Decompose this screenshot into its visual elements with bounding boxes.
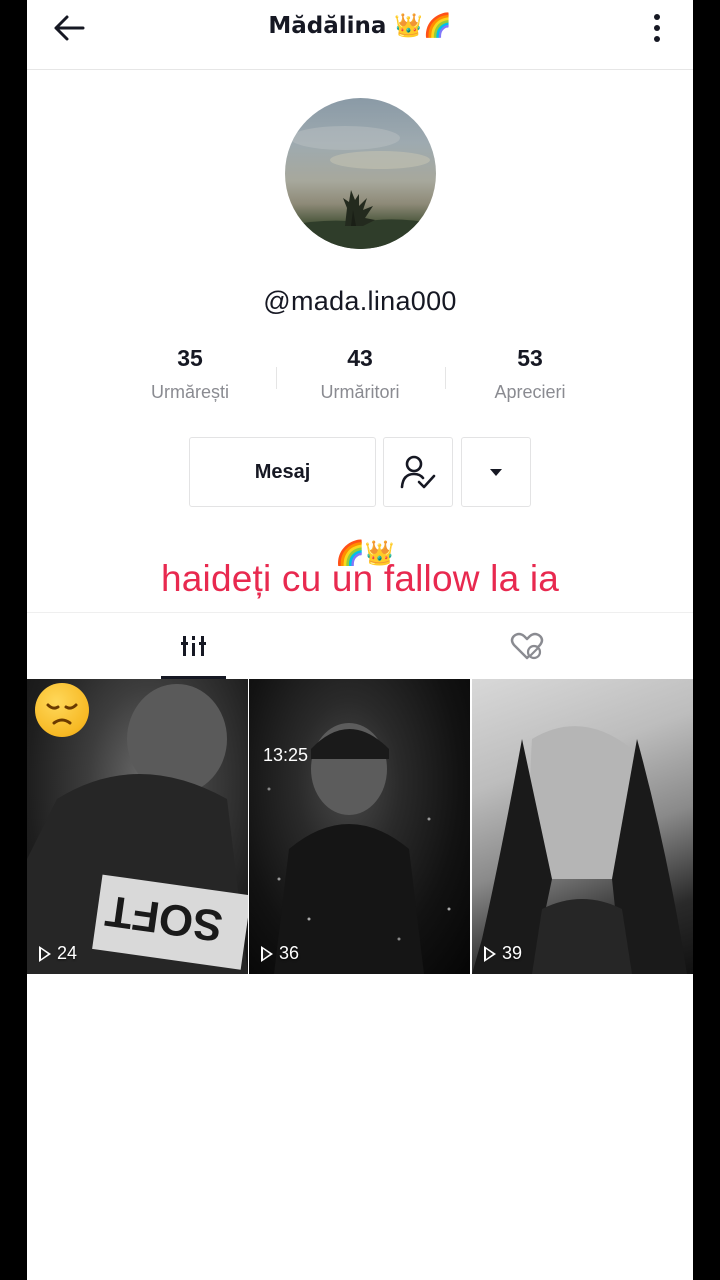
- tab-videos[interactable]: [27, 613, 360, 679]
- view-count: 24: [39, 943, 77, 964]
- caret-down-icon: [490, 468, 502, 476]
- likes-label: Aprecieri: [494, 382, 566, 402]
- play-icon: [261, 945, 273, 962]
- followers-count: 43: [347, 345, 373, 371]
- video-image: [267, 723, 451, 974]
- stat-following[interactable]: 35 Urmărești: [105, 345, 275, 403]
- video-thumbnail[interactable]: 13:25 36: [249, 679, 470, 974]
- page-title: Mădălina 👑🌈: [268, 13, 452, 39]
- more-vertical-icon: [654, 14, 660, 20]
- more-options-button[interactable]: [645, 10, 669, 46]
- video-grid: SOFT 24 13:25 36 39: [27, 679, 693, 974]
- tab-liked[interactable]: [360, 613, 693, 679]
- avatar[interactable]: [285, 98, 436, 249]
- play-icon: [39, 945, 51, 962]
- followers-label: Urmăritori: [320, 382, 400, 402]
- profile-screen: Mădălina 👑🌈 @mada.lina000 35 Urmărești 4…: [27, 0, 693, 1280]
- stat-followers[interactable]: 43 Urmăritori: [275, 345, 445, 403]
- view-count-value: 24: [57, 943, 78, 963]
- liked-heart-icon: [510, 632, 543, 660]
- video-thumbnail[interactable]: 39: [472, 679, 693, 974]
- view-count-value: 39: [502, 943, 523, 963]
- video-image: [472, 726, 687, 974]
- overlay-time: 13:25: [263, 745, 309, 765]
- content-tabs: [27, 612, 693, 679]
- sad-face-icon: [35, 683, 89, 737]
- header-bar: Mădălina 👑🌈: [27, 0, 693, 70]
- view-count-value: 36: [279, 943, 300, 963]
- view-count: 36: [261, 943, 299, 964]
- user-check-icon: [400, 455, 436, 489]
- suggested-accounts-dropdown[interactable]: [461, 437, 531, 507]
- play-icon: [484, 945, 496, 962]
- bio-text: haideți cu un fallow la ia: [160, 558, 560, 599]
- following-button[interactable]: [383, 437, 453, 507]
- following-label: Urmărești: [150, 382, 229, 402]
- message-button[interactable]: Mesaj: [189, 437, 376, 507]
- avatar-image: [285, 126, 436, 249]
- username: @mada.lina000: [263, 286, 457, 316]
- view-count: 39: [484, 943, 522, 964]
- following-count: 35: [177, 345, 203, 371]
- videos-grid-icon: [180, 636, 206, 656]
- likes-count: 53: [517, 345, 543, 371]
- video-thumbnail[interactable]: SOFT 24: [27, 679, 248, 974]
- stats-row: 35 Urmărești 43 Urmăritori 53 Aprecieri: [27, 345, 693, 415]
- stat-likes[interactable]: 53 Aprecieri: [445, 345, 615, 403]
